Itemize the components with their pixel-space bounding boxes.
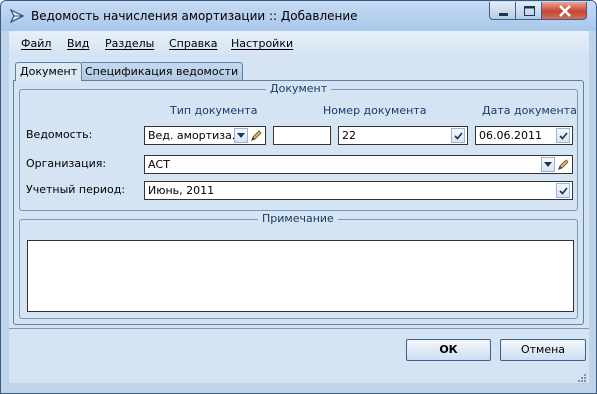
accounting-period-value: Июнь, 2011 xyxy=(148,184,215,197)
chevron-down-icon xyxy=(237,133,245,138)
doc-number-column-header: Номер документа xyxy=(323,104,427,117)
document-group: Документ Тип документа Номер документа Д… xyxy=(19,82,578,211)
maximize-button[interactable] xyxy=(515,2,542,20)
doc-date-dropdown-button[interactable] xyxy=(556,128,570,143)
chevron-down-icon xyxy=(544,162,552,167)
doc-type-column-header: Тип документа xyxy=(170,104,258,117)
organization-lookup-button[interactable] xyxy=(556,157,570,172)
organization-value: АСТ xyxy=(148,158,170,171)
title-bar[interactable]: Ведомость начисления амортизации :: Доба… xyxy=(1,1,596,31)
minimize-icon xyxy=(499,13,508,16)
organization-label: Организация: xyxy=(26,157,107,170)
close-icon xyxy=(559,5,571,17)
minimize-button[interactable] xyxy=(489,2,516,20)
doc-number-value: 22 xyxy=(342,129,356,142)
pencil-icon xyxy=(558,159,569,170)
doc-date-value: 06.06.2011 xyxy=(479,129,542,142)
doc-series-input[interactable] xyxy=(273,126,331,145)
resize-grip-icon[interactable] xyxy=(577,373,587,383)
tab-document[interactable]: Документ xyxy=(15,62,83,81)
cancel-button[interactable]: Отмена xyxy=(500,339,586,361)
organization-select[interactable]: АСТ xyxy=(144,155,573,174)
pencil-icon xyxy=(251,130,262,141)
check-dropdown-icon xyxy=(559,187,568,195)
note-group-title: Примечание xyxy=(258,212,338,225)
window-title: Ведомость начисления амортизации :: Доба… xyxy=(31,9,358,23)
footer-divider xyxy=(9,328,589,329)
dialog-client-area: Файл Вид Разделы Справка Настройки Докум… xyxy=(9,31,589,383)
dialog-window: Ведомость начисления амортизации :: Доба… xyxy=(0,0,597,394)
menu-settings[interactable]: Настройки xyxy=(231,37,293,50)
doc-type-select[interactable]: Вед. амортиза... xyxy=(144,126,266,145)
check-dropdown-icon xyxy=(559,132,568,140)
menu-view[interactable]: Вид xyxy=(67,37,89,50)
close-button[interactable] xyxy=(541,2,587,20)
menu-sections[interactable]: Разделы xyxy=(105,37,154,50)
doc-number-select[interactable]: 22 xyxy=(338,126,468,145)
doc-number-dropdown-button[interactable] xyxy=(451,128,465,143)
menu-file[interactable]: Файл xyxy=(21,37,51,50)
doc-type-dropdown-button[interactable] xyxy=(234,128,248,143)
check-dropdown-icon xyxy=(454,132,463,140)
tab-panel-document: Документ Тип документа Номер документа Д… xyxy=(13,80,584,325)
doc-type-value: Вед. амортиза... xyxy=(148,129,243,142)
menu-help[interactable]: Справка xyxy=(169,37,217,50)
tab-statement-specification[interactable]: Спецификация ведомости xyxy=(80,62,244,80)
accounting-period-label: Учетный период: xyxy=(26,183,126,196)
note-group: Примечание xyxy=(19,212,578,319)
ok-button[interactable]: ОК xyxy=(406,339,491,361)
accounting-period-dropdown-button[interactable] xyxy=(556,183,570,198)
app-arrow-icon xyxy=(9,8,25,24)
doc-type-lookup-button[interactable] xyxy=(249,128,263,143)
menu-bar: Файл Вид Разделы Справка Настройки xyxy=(9,31,589,57)
accounting-period-select[interactable]: Июнь, 2011 xyxy=(144,181,573,200)
statement-label: Ведомость: xyxy=(26,128,93,141)
doc-date-picker[interactable]: 06.06.2011 xyxy=(475,126,573,145)
organization-dropdown-button[interactable] xyxy=(541,157,555,172)
note-textarea[interactable] xyxy=(27,240,574,312)
document-group-title: Документ xyxy=(266,82,332,95)
doc-date-column-header: Дата документа xyxy=(482,104,577,117)
maximize-icon xyxy=(524,6,535,16)
